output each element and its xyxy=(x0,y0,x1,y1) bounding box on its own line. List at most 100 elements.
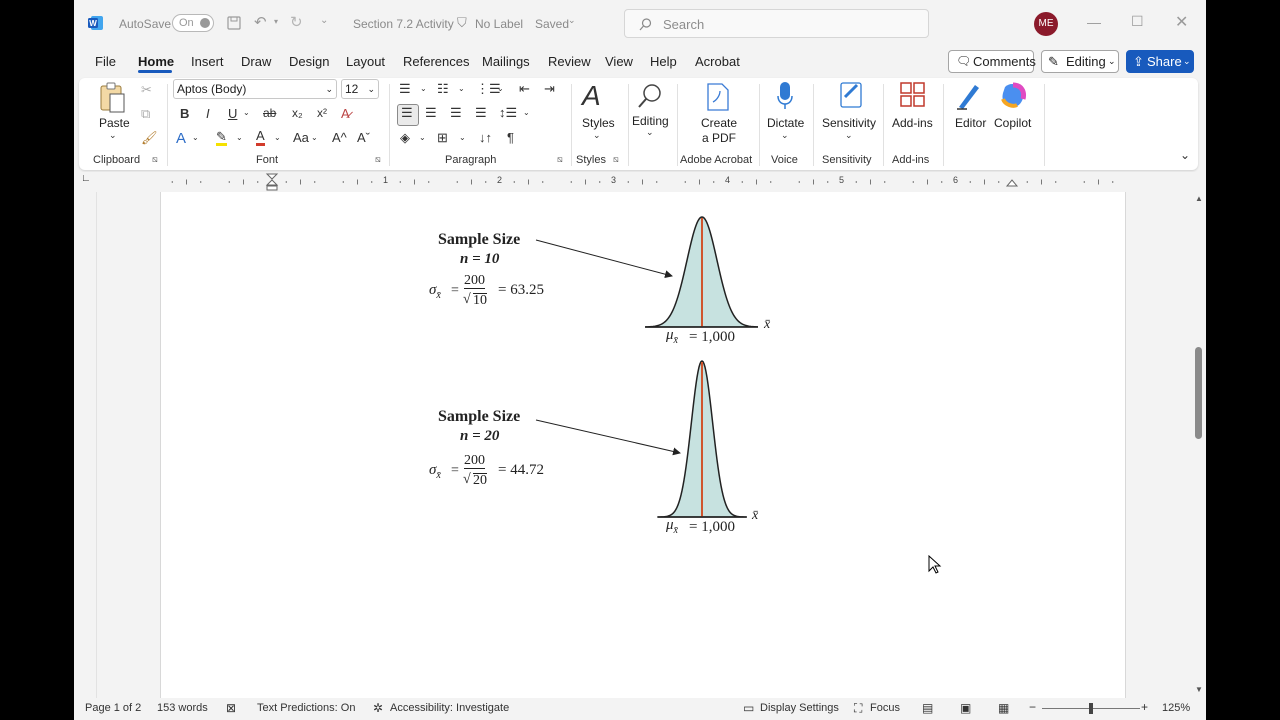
create-pdf-line2[interactable]: a PDF xyxy=(702,131,736,145)
add-ins-label[interactable]: Add-ins xyxy=(892,116,933,130)
bullets-chevron-icon[interactable]: ⌄ xyxy=(420,84,427,93)
sort-icon[interactable]: ↓↑ xyxy=(479,130,492,145)
proofing-icon[interactable]: ⊠ xyxy=(226,701,236,715)
borders-icon[interactable]: ⊞ xyxy=(437,130,448,146)
autosave-toggle[interactable]: On xyxy=(172,14,214,32)
tab-help[interactable]: Help xyxy=(650,54,677,69)
bullets-icon[interactable]: ☰ xyxy=(399,81,411,97)
borders-chevron-icon[interactable]: ⌄ xyxy=(459,133,466,142)
zoom-level[interactable]: 125% xyxy=(1162,702,1190,714)
editor-label[interactable]: Editor xyxy=(955,116,986,130)
tab-design[interactable]: Design xyxy=(289,54,329,69)
line-spacing-icon[interactable]: ↕☰ xyxy=(499,105,517,121)
redo-icon[interactable]: ↻ xyxy=(290,13,303,31)
styles-label[interactable]: Styles xyxy=(582,116,615,130)
cut-icon[interactable]: ✂ xyxy=(141,82,152,98)
shrink-font-icon[interactable]: Aˇ xyxy=(357,130,370,145)
find-icon[interactable] xyxy=(636,82,664,110)
align-center-icon[interactable]: ☰ xyxy=(425,105,437,121)
change-case-chevron-icon[interactable]: ⌄ xyxy=(311,133,318,142)
styles-launcher-icon[interactable]: ⧅ xyxy=(613,154,619,165)
display-settings[interactable]: Display Settings xyxy=(760,702,839,714)
maximize-icon[interactable]: ☐ xyxy=(1131,13,1144,30)
tab-home[interactable]: Home xyxy=(138,54,174,69)
italic-icon[interactable]: I xyxy=(206,106,210,121)
strikethrough-icon[interactable]: ab xyxy=(263,106,276,120)
editing-label[interactable]: Editing xyxy=(632,114,669,128)
tab-acrobat[interactable]: Acrobat xyxy=(695,54,740,69)
tab-references[interactable]: References xyxy=(403,54,469,69)
underline-chevron-icon[interactable]: ⌄ xyxy=(243,108,250,117)
save-status[interactable]: Saved xyxy=(535,17,569,31)
create-pdf-line1[interactable]: Create xyxy=(701,116,737,130)
tab-insert[interactable]: Insert xyxy=(191,54,224,69)
tab-layout[interactable]: Layout xyxy=(346,54,385,69)
shading-icon[interactable]: ◈ xyxy=(400,130,410,146)
minimize-icon[interactable]: — xyxy=(1087,14,1101,30)
tab-file[interactable]: File xyxy=(95,54,116,69)
tab-review[interactable]: Review xyxy=(548,54,591,69)
superscript-icon[interactable]: x² xyxy=(317,106,327,120)
copy-icon[interactable]: ⧉ xyxy=(141,106,150,122)
save-icon[interactable] xyxy=(226,15,242,31)
add-ins-icon[interactable] xyxy=(900,82,926,108)
paragraph-launcher-icon[interactable]: ⧅ xyxy=(557,154,563,165)
word-count[interactable]: 153 words xyxy=(157,702,208,714)
shading-chevron-icon[interactable]: ⌄ xyxy=(419,133,426,142)
create-pdf-icon[interactable] xyxy=(705,82,731,112)
numbering-icon[interactable]: ☷ xyxy=(437,81,449,97)
highlight-chevron-icon[interactable]: ⌄ xyxy=(236,133,243,142)
share-button[interactable]: ⇪ Share ⌄ xyxy=(1126,50,1194,73)
align-right-icon[interactable]: ☰ xyxy=(450,105,462,121)
underline-icon[interactable]: U xyxy=(228,106,237,121)
increase-indent-icon[interactable]: ⇥ xyxy=(544,81,555,97)
paste-icon[interactable] xyxy=(99,82,127,114)
paste-label[interactable]: Paste xyxy=(99,116,130,130)
font-color-icon[interactable]: A xyxy=(256,129,265,146)
print-layout-icon[interactable]: ▣ xyxy=(960,701,971,715)
editing-mode-button[interactable]: ✎ Editing ⌄ xyxy=(1041,50,1119,73)
dictate-microphone-icon[interactable] xyxy=(776,81,794,111)
show-marks-icon[interactable]: ¶ xyxy=(507,130,514,145)
indent-marker-icon[interactable] xyxy=(265,172,279,192)
search-box[interactable]: Search xyxy=(624,9,929,38)
close-icon[interactable]: ✕ xyxy=(1175,12,1188,32)
copilot-icon[interactable] xyxy=(999,81,1029,111)
collapse-ribbon-chevron-icon[interactable]: ⌄ xyxy=(1180,148,1190,162)
font-color-chevron-icon[interactable]: ⌄ xyxy=(274,133,281,142)
clipboard-launcher-icon[interactable]: ⧅ xyxy=(152,154,158,165)
multilevel-chevron-icon[interactable]: ⌄ xyxy=(497,84,504,93)
clear-formatting-icon[interactable]: A̷ xyxy=(341,106,350,121)
sensitivity-label[interactable]: Sensitivity xyxy=(822,116,876,130)
document-page[interactable]: Sample Size n = 10 σx̄ = 200 √ 10 = 63.2… xyxy=(160,192,1126,698)
editor-icon[interactable] xyxy=(955,81,983,111)
zoom-out-icon[interactable]: − xyxy=(1029,700,1036,714)
grow-font-icon[interactable]: A^ xyxy=(332,130,347,145)
font-launcher-icon[interactable]: ⧅ xyxy=(375,154,381,165)
styles-icon[interactable]: A xyxy=(582,80,601,112)
dictate-label[interactable]: Dictate xyxy=(767,116,804,130)
zoom-slider-thumb[interactable] xyxy=(1089,703,1093,714)
decrease-indent-icon[interactable]: ⇤ xyxy=(519,81,530,97)
format-painter-icon[interactable]: 🖌 xyxy=(141,130,158,146)
text-effects-icon[interactable]: A xyxy=(176,130,186,147)
styles-chevron-icon[interactable]: ⌄ xyxy=(593,130,601,141)
tab-mailings[interactable]: Mailings xyxy=(482,54,530,69)
vertical-scrollbar[interactable]: ▲ ▼ xyxy=(1192,192,1206,698)
customize-toolbar-icon[interactable]: ⌄ xyxy=(320,15,328,26)
tab-draw[interactable]: Draw xyxy=(241,54,271,69)
zoom-in-icon[interactable]: + xyxy=(1141,700,1148,714)
text-effects-chevron-icon[interactable]: ⌄ xyxy=(192,133,199,142)
tab-view[interactable]: View xyxy=(605,54,633,69)
text-predictions[interactable]: Text Predictions: On xyxy=(257,702,355,714)
scroll-up-icon[interactable]: ▲ xyxy=(1195,194,1203,203)
font-name-dropdown[interactable]: Aptos (Body) ⌄ xyxy=(173,79,337,99)
editing-chevron-icon[interactable]: ⌄ xyxy=(646,127,654,138)
right-indent-marker-icon[interactable] xyxy=(1005,176,1019,188)
page-count[interactable]: Page 1 of 2 xyxy=(85,702,141,714)
line-spacing-chevron-icon[interactable]: ⌄ xyxy=(523,108,530,117)
undo-dropdown-icon[interactable]: ▾ xyxy=(274,17,278,26)
document-title[interactable]: Section 7.2 Activity xyxy=(353,17,454,31)
paste-chevron-icon[interactable]: ⌄ xyxy=(109,130,117,141)
scroll-down-icon[interactable]: ▼ xyxy=(1195,685,1203,694)
